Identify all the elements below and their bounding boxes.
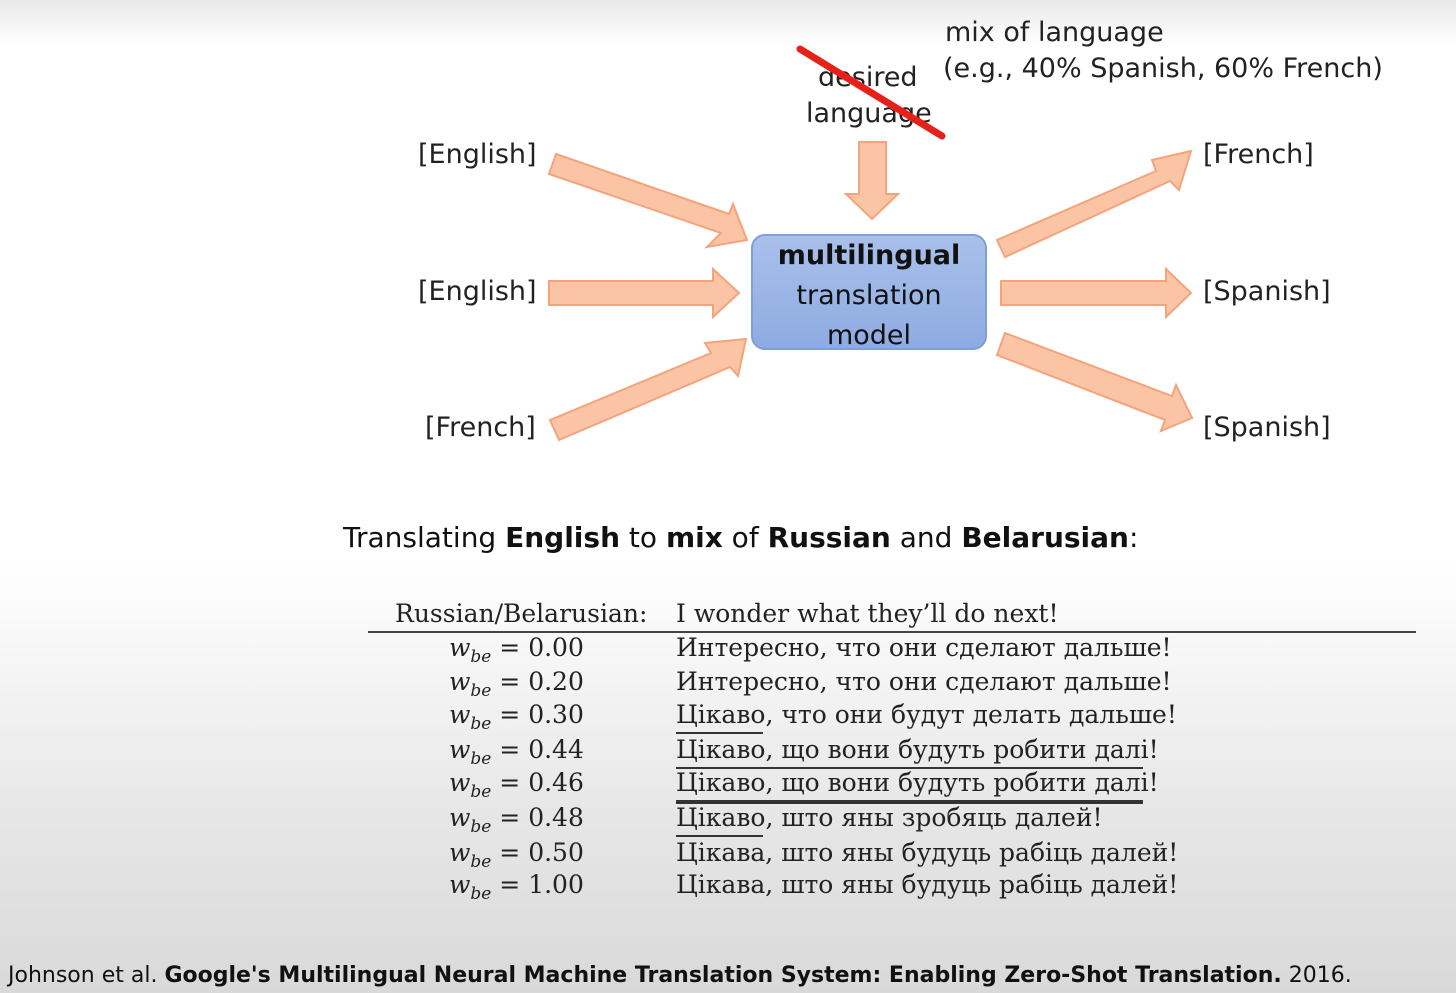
weight-symbol: w: [449, 768, 471, 797]
weight-value: = 0.50: [491, 838, 584, 867]
weight-subscript: be: [470, 749, 492, 769]
table-row-weight: wbe = 0.46: [449, 768, 584, 802]
arrow-french-to-model: [548, 337, 748, 442]
weight-symbol: w: [449, 838, 471, 867]
citation-year: 2016.: [1281, 963, 1352, 988]
weight-subscript: be: [470, 647, 492, 667]
weight-value: = 0.44: [491, 735, 584, 764]
weight-value: = 0.46: [491, 768, 584, 797]
arrow-model-to-spanish-1: [1000, 266, 1193, 320]
table-row-translation: Цікаво, що вони будуть робити далі!: [676, 735, 1159, 764]
input-label-french: [French]: [425, 412, 536, 443]
weight-value: = 0.48: [491, 803, 584, 832]
section-heading: Translating English to mix of Russian an…: [343, 521, 1138, 554]
table-row-weight: wbe = 0.48: [449, 803, 584, 837]
multilingual-model-box: multilingual translation model: [751, 234, 987, 351]
table-header-col2: I wonder what they’ll do next!: [676, 599, 1059, 628]
weight-subscript: be: [470, 852, 492, 872]
heading-bold-1: English: [505, 521, 621, 554]
heading-bold-4: Belarusian: [961, 521, 1129, 554]
weight-symbol: w: [449, 870, 471, 899]
model-title-line-3: model: [826, 320, 912, 351]
weight-symbol: w: [449, 735, 471, 764]
table-row-weight: wbe = 0.20: [449, 667, 584, 701]
table-row-translation: Интересно, что они сделают дальше!: [676, 633, 1172, 662]
table-row-weight: wbe = 1.00: [449, 870, 584, 904]
heading-text-5: :: [1129, 521, 1139, 554]
weight-subscript: be: [470, 817, 492, 837]
table-row-translation: Цікава, што яны будуць рабіць далей!: [676, 870, 1179, 899]
weight-symbol: w: [449, 667, 471, 696]
table-row-weight: wbe = 0.00: [449, 633, 584, 667]
translation-underline: [676, 835, 763, 837]
weight-subscript: be: [470, 884, 492, 904]
translation-underline: [676, 732, 763, 734]
heading-bold-2: mix: [665, 521, 723, 554]
table-row-weight: wbe = 0.30: [449, 700, 584, 734]
weight-symbol: w: [449, 633, 471, 662]
heading-text-1: Translating: [343, 521, 506, 554]
model-title-line-1: multilingual: [777, 240, 961, 271]
weight-subscript: be: [470, 714, 492, 734]
citation: Johnson et al. Google's Multilingual Neu…: [8, 963, 1352, 988]
citation-authors: Johnson et al.: [8, 963, 165, 988]
table-row-translation: Цікава, што яны будуць рабіць далей!: [676, 838, 1179, 867]
mix-note-line-2: (e.g., 40% Spanish, 60% French): [943, 53, 1383, 84]
weight-value: = 0.30: [491, 700, 584, 729]
model-title-line-2: translation: [796, 280, 942, 311]
citation-title: Google's Multilingual Neural Machine Tra…: [164, 963, 1282, 988]
input-label-english-2: [English]: [418, 276, 537, 307]
table-row-weight: wbe = 0.44: [449, 735, 584, 769]
table-row-translation: Цікаво, що вони будуть робити далі!: [676, 768, 1159, 797]
weight-symbol: w: [449, 700, 471, 729]
mix-note-line-1: mix of language: [945, 17, 1164, 48]
table-row-translation: Интересно, что они сделают дальше!: [676, 667, 1172, 696]
weight-subscript: be: [470, 782, 492, 802]
arrow-model-to-spanish-2: [995, 331, 1194, 433]
weight-value: = 1.00: [491, 870, 584, 899]
output-label-spanish-1: [Spanish]: [1203, 276, 1331, 307]
table-row-weight: wbe = 0.50: [449, 838, 584, 872]
heading-text-4: and: [890, 521, 962, 554]
weight-subscript: be: [470, 681, 492, 701]
weight-value: = 0.00: [491, 633, 584, 662]
arrow-english-2-to-model: [548, 266, 741, 320]
heading-text-3: of: [722, 521, 768, 554]
weight-value: = 0.20: [491, 667, 584, 696]
weight-symbol: w: [449, 803, 471, 832]
table-header-col1: Russian/Belarusian:: [395, 599, 648, 628]
strikethrough-mark: [796, 45, 946, 140]
heading-bold-3: Russian: [767, 521, 891, 554]
table-row-translation: Цікаво, что они будут делать дальше!: [676, 700, 1177, 729]
table-row-translation: Цікаво, што яны зробяць далей!: [676, 803, 1103, 832]
output-label-spanish-2: [Spanish]: [1203, 412, 1331, 443]
heading-text-2: to: [620, 521, 666, 554]
